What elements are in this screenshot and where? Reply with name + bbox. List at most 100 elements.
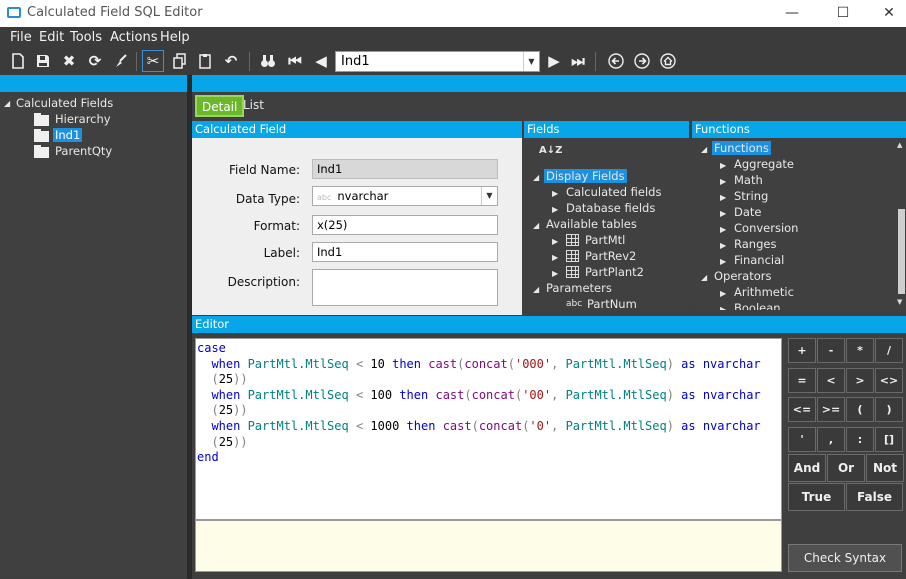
expand-triangle-icon[interactable]: ▶: [552, 237, 558, 246]
table-partplant2[interactable]: PartPlant2: [585, 265, 644, 279]
scroll-down-icon[interactable]: ▼: [897, 298, 902, 306]
save-icon[interactable]: [33, 51, 53, 71]
table-partrev2[interactable]: PartRev2: [585, 249, 636, 263]
collapse-triangle-icon[interactable]: ◢: [533, 221, 539, 230]
first-record-icon[interactable]: ⏮: [285, 51, 305, 71]
menu-tools[interactable]: Tools: [70, 30, 102, 45]
scrollbar-thumb[interactable]: [898, 209, 905, 294]
op-less-equal-button[interactable]: <=: [788, 397, 816, 422]
expand-triangle-icon[interactable]: ▶: [720, 209, 726, 218]
expand-triangle-icon[interactable]: ▶: [552, 205, 558, 214]
menu-help[interactable]: Help: [160, 30, 190, 45]
operator-boolean[interactable]: Boolean: [734, 301, 781, 310]
op-equals-button[interactable]: =: [788, 368, 816, 393]
tree-item-ind1[interactable]: Ind1: [53, 128, 83, 142]
display-fields-node[interactable]: Display Fields: [544, 169, 627, 183]
expand-triangle-icon[interactable]: ▶: [720, 241, 726, 250]
syntax-output-area[interactable]: [195, 520, 782, 572]
op-brackets-button[interactable]: []: [875, 427, 903, 452]
op-plus-button[interactable]: +: [788, 338, 816, 363]
function-date[interactable]: Date: [734, 205, 762, 219]
op-minus-button[interactable]: -: [817, 338, 845, 363]
op-not-equal-button[interactable]: <>: [875, 368, 903, 393]
function-math[interactable]: Math: [734, 173, 763, 187]
menu-edit[interactable]: Edit: [39, 30, 64, 45]
op-close-paren-button[interactable]: ): [875, 397, 903, 422]
expand-triangle-icon[interactable]: ▶: [720, 225, 726, 234]
close-window-button[interactable]: ✕: [866, 0, 906, 27]
undo-icon[interactable]: ↶: [221, 51, 241, 71]
expand-triangle-icon[interactable]: ▶: [720, 177, 726, 186]
clear-brush-icon[interactable]: [111, 51, 131, 71]
expand-triangle-icon[interactable]: ▶: [720, 161, 726, 170]
op-greater-than-button[interactable]: >: [846, 368, 874, 393]
field-name-input[interactable]: Ind1: [312, 159, 498, 179]
function-ranges[interactable]: Ranges: [734, 237, 776, 251]
home-icon[interactable]: [658, 51, 678, 71]
collapse-triangle-icon[interactable]: ◢: [4, 99, 10, 108]
refresh-icon[interactable]: ⟳: [85, 51, 105, 71]
op-divide-button[interactable]: /: [875, 338, 903, 363]
collapse-triangle-icon[interactable]: ◢: [701, 145, 707, 154]
calculated-fields-node[interactable]: Calculated fields: [566, 185, 661, 199]
tree-item-parentqty[interactable]: ParentQty: [55, 144, 112, 158]
op-greater-equal-button[interactable]: >=: [817, 397, 845, 422]
description-input[interactable]: [312, 269, 498, 306]
op-true-button[interactable]: True: [788, 483, 845, 511]
previous-record-icon[interactable]: ◀: [311, 51, 331, 71]
copy-icon[interactable]: [170, 51, 190, 71]
collapse-triangle-icon[interactable]: ◢: [533, 285, 539, 294]
record-selector[interactable]: Ind1 ▼: [335, 51, 540, 72]
last-record-icon[interactable]: ⏭: [568, 51, 588, 71]
back-icon[interactable]: [606, 51, 626, 71]
minimize-button[interactable]: —: [769, 0, 815, 27]
database-fields-node[interactable]: Database fields: [566, 201, 655, 215]
op-and-button[interactable]: And: [788, 454, 826, 482]
function-conversion[interactable]: Conversion: [734, 221, 798, 235]
op-open-paren-button[interactable]: (: [846, 397, 874, 422]
chevron-down-icon[interactable]: ▼: [481, 187, 497, 205]
operator-arithmetic[interactable]: Arithmetic: [734, 285, 794, 299]
op-or-button[interactable]: Or: [827, 454, 865, 482]
expand-triangle-icon[interactable]: ▶: [552, 253, 558, 262]
op-less-than-button[interactable]: <: [817, 368, 845, 393]
function-financial[interactable]: Financial: [734, 253, 784, 267]
op-quote-button[interactable]: ': [788, 427, 816, 452]
maximize-button[interactable]: ☐: [820, 0, 866, 27]
functions-node[interactable]: Functions: [712, 141, 771, 155]
table-partmtl[interactable]: PartMtl: [585, 233, 625, 247]
op-comma-button[interactable]: ,: [817, 427, 845, 452]
delete-icon[interactable]: ✖: [59, 51, 79, 71]
search-binoculars-icon[interactable]: [258, 51, 278, 71]
cut-icon[interactable]: ✂: [142, 50, 164, 72]
tree-root[interactable]: Calculated Fields: [16, 96, 113, 110]
op-colon-button[interactable]: :: [846, 427, 874, 452]
format-input[interactable]: x(25): [312, 215, 498, 235]
check-syntax-button[interactable]: Check Syntax: [788, 544, 902, 572]
expand-triangle-icon[interactable]: ▶: [720, 257, 726, 266]
collapse-triangle-icon[interactable]: ◢: [533, 173, 539, 182]
functions-scrollbar[interactable]: ▲ ▼: [897, 139, 906, 310]
function-string[interactable]: String: [734, 189, 768, 203]
op-false-button[interactable]: False: [846, 483, 903, 511]
sort-az-icon[interactable]: A↓Z: [539, 145, 562, 156]
param-partnum[interactable]: PartNum: [587, 297, 637, 310]
tree-item-hierarchy[interactable]: Hierarchy: [55, 112, 111, 126]
expand-triangle-icon[interactable]: ▶: [552, 269, 558, 278]
forward-icon[interactable]: [632, 51, 652, 71]
function-aggregate[interactable]: Aggregate: [734, 157, 794, 171]
new-icon[interactable]: [8, 51, 28, 71]
expand-triangle-icon[interactable]: ▶: [552, 189, 558, 198]
op-not-button[interactable]: Not: [866, 454, 904, 482]
next-record-icon[interactable]: ▶: [544, 51, 564, 71]
op-multiply-button[interactable]: *: [846, 338, 874, 363]
label-input[interactable]: Ind1: [312, 242, 498, 262]
menu-file[interactable]: File: [10, 30, 32, 45]
operators-node[interactable]: Operators: [714, 269, 771, 283]
data-type-select[interactable]: abc nvarchar ▼: [312, 186, 498, 206]
parameters-node[interactable]: Parameters: [546, 281, 612, 295]
sql-editor[interactable]: case when PartMtl.MtlSeq < 10 then cast(…: [195, 338, 782, 520]
chevron-down-icon[interactable]: ▼: [523, 52, 539, 71]
expand-triangle-icon[interactable]: ▶: [720, 193, 726, 202]
scroll-up-icon[interactable]: ▲: [897, 141, 902, 149]
